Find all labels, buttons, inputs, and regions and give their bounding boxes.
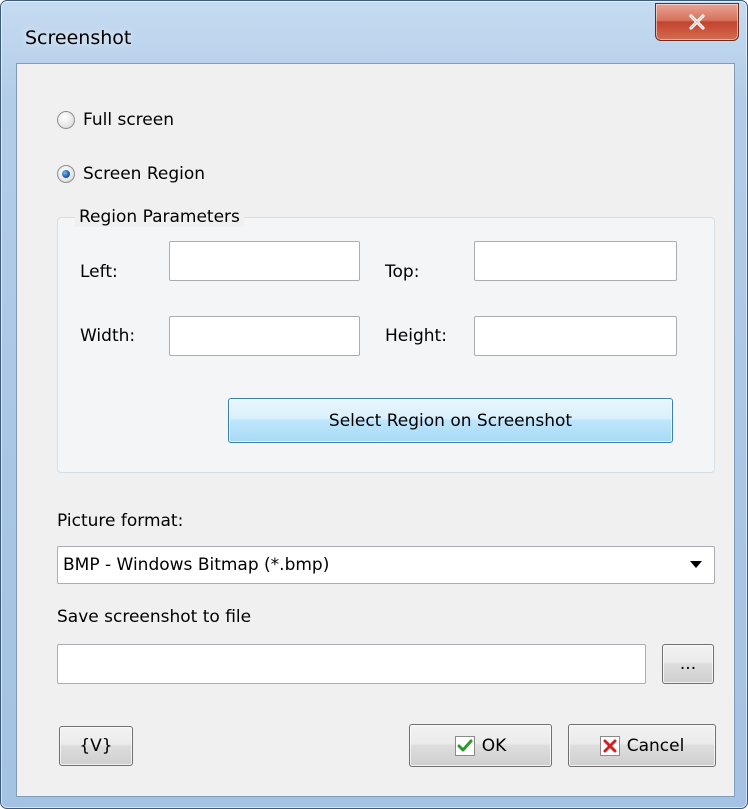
browse-label: ... bbox=[679, 654, 697, 674]
close-icon bbox=[689, 14, 705, 30]
cancel-label: Cancel bbox=[626, 735, 685, 756]
region-parameters-title: Region Parameters bbox=[75, 207, 244, 227]
cross-icon bbox=[599, 735, 620, 756]
browse-button[interactable]: ... bbox=[662, 644, 714, 684]
checkmark-icon bbox=[454, 735, 475, 756]
variables-label: {V} bbox=[79, 736, 113, 756]
ok-button[interactable]: OK bbox=[409, 724, 552, 767]
picture-format-value: BMP - Windows Bitmap (*.bmp) bbox=[63, 555, 330, 575]
top-input[interactable] bbox=[474, 241, 677, 281]
select-region-label: Select Region on Screenshot bbox=[328, 410, 573, 431]
close-button[interactable] bbox=[655, 3, 739, 41]
width-input[interactable] bbox=[169, 316, 360, 356]
select-region-button[interactable]: Select Region on Screenshot bbox=[228, 398, 673, 443]
variables-button[interactable]: {V} bbox=[59, 726, 133, 766]
save-file-label: Save screenshot to file bbox=[57, 607, 252, 627]
full-screen-label: Full screen bbox=[83, 110, 174, 130]
picture-format-select[interactable]: BMP - Windows Bitmap (*.bmp) bbox=[57, 546, 715, 584]
radio-indicator-checked bbox=[57, 165, 75, 183]
screenshot-dialog: Screenshot Full screen Screen Region Reg… bbox=[0, 0, 748, 809]
dialog-client-area: Full screen Screen Region Region Paramet… bbox=[16, 63, 735, 797]
cancel-button[interactable]: Cancel bbox=[568, 724, 716, 767]
screen-region-radio[interactable]: Screen Region bbox=[57, 164, 205, 184]
ok-label: OK bbox=[481, 735, 507, 756]
height-input[interactable] bbox=[474, 316, 677, 356]
title-bar[interactable]: Screenshot bbox=[1, 1, 747, 63]
save-file-input[interactable] bbox=[57, 644, 646, 684]
radio-indicator bbox=[57, 111, 75, 129]
width-label: Width: bbox=[80, 326, 136, 346]
screen-region-label: Screen Region bbox=[83, 164, 206, 184]
left-label: Left: bbox=[80, 262, 118, 282]
left-input[interactable] bbox=[169, 241, 360, 281]
chevron-down-icon bbox=[690, 561, 702, 568]
height-label: Height: bbox=[385, 326, 447, 346]
window-title: Screenshot bbox=[25, 27, 132, 49]
picture-format-label: Picture format: bbox=[57, 511, 184, 531]
full-screen-radio[interactable]: Full screen bbox=[57, 110, 174, 130]
top-label: Top: bbox=[385, 262, 420, 282]
